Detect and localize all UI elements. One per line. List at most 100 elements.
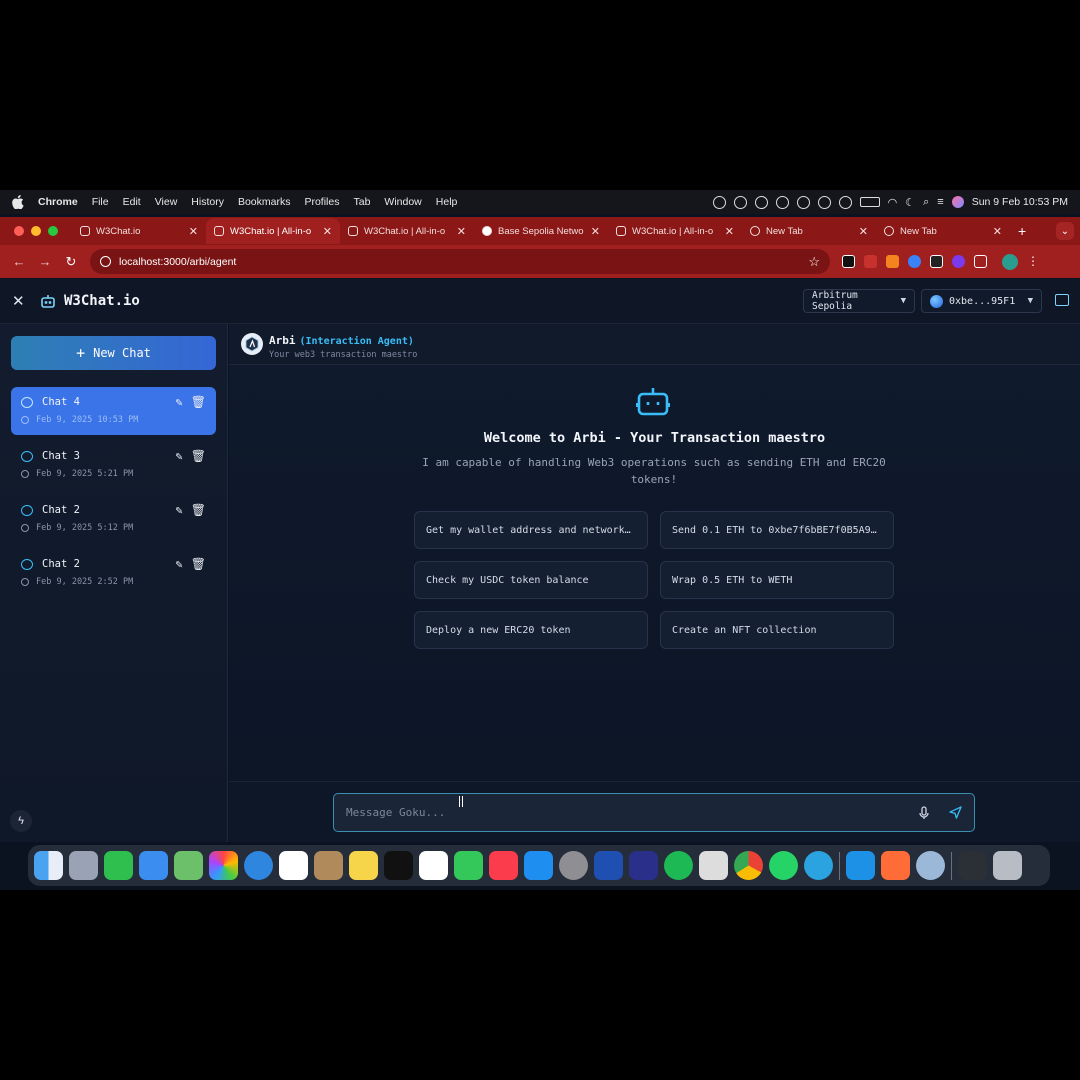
calendar-icon[interactable] [279, 851, 308, 880]
new-chat-button[interactable]: + New Chat [11, 336, 216, 370]
menu-app-name[interactable]: Chrome [38, 196, 78, 208]
menu-edit[interactable]: Edit [123, 196, 141, 208]
network-select[interactable]: Arbitrum Sepolia ▼ [803, 289, 915, 313]
cube-app-icon[interactable] [699, 851, 728, 880]
tab-search-chevron-icon[interactable]: ⌄ [1056, 222, 1074, 240]
back-arrow-icon[interactable]: ← [12, 254, 26, 269]
app-brand[interactable]: W3Chat.io [64, 293, 140, 309]
play-icon[interactable] [817, 195, 831, 209]
browser-tab[interactable]: W3Chat.io ✕ [72, 218, 206, 244]
telegram-icon[interactable] [804, 851, 833, 880]
suggestion-chip[interactable]: Check my USDC token balance [414, 561, 648, 599]
menu-file[interactable]: File [92, 196, 109, 208]
extension-x-icon[interactable] [842, 255, 855, 268]
whatsapp-icon[interactable] [769, 851, 798, 880]
chat-list-item[interactable]: Chat 2 ✎ 🗑 Feb 9, 2025 5:12 PM [11, 495, 216, 543]
message-composer[interactable] [333, 793, 975, 832]
menu-tab[interactable]: Tab [353, 196, 370, 208]
send-icon[interactable] [949, 806, 962, 819]
safari-icon[interactable] [244, 851, 273, 880]
chat-list-item[interactable]: Chat 3 ✎ 🗑 Feb 9, 2025 5:21 PM [11, 441, 216, 489]
maps-icon[interactable] [174, 851, 203, 880]
user-icon[interactable] [838, 195, 852, 209]
cloud-sync-icon[interactable] [754, 195, 768, 209]
finder-icon[interactable] [34, 851, 63, 880]
minimize-window-button[interactable] [31, 226, 41, 236]
tab-close-icon[interactable]: ✕ [323, 225, 332, 238]
address-bar[interactable]: localhost:3000/arbi/agent ☆ [90, 249, 830, 274]
postman-icon[interactable] [881, 851, 910, 880]
browser-tab[interactable]: New Tab ✕ [742, 218, 876, 244]
music-icon[interactable] [489, 851, 518, 880]
facetime-icon[interactable] [104, 851, 133, 880]
edit-pencil-icon[interactable]: ✎ [176, 557, 183, 571]
apple-tv-icon[interactable] [384, 851, 413, 880]
message-input[interactable] [346, 806, 919, 819]
chrome-icon[interactable] [734, 851, 763, 880]
chrome-menu-icon[interactable]: ⋮ [1027, 255, 1039, 268]
reload-icon[interactable]: ↻ [64, 254, 78, 270]
terminal-window-icon[interactable] [958, 851, 987, 880]
browser-tab[interactable]: W3Chat.io | All-in-o ✕ [608, 218, 742, 244]
compass-icon[interactable] [775, 195, 789, 209]
contacts-icon[interactable] [314, 851, 343, 880]
moon-icon[interactable]: ☾ [905, 196, 915, 209]
record-icon[interactable] [712, 195, 726, 209]
siri-icon[interactable] [951, 196, 964, 208]
extensions-puzzle-icon[interactable] [974, 255, 987, 268]
suggestion-chip[interactable]: Create an NFT collection [660, 611, 894, 649]
edit-pencil-icon[interactable]: ✎ [176, 395, 183, 409]
microphone-icon[interactable] [919, 805, 929, 820]
profile-avatar-icon[interactable] [1002, 253, 1018, 270]
close-window-button[interactable] [14, 226, 24, 236]
zoom-window-button[interactable] [48, 226, 58, 236]
edit-pencil-icon[interactable]: ✎ [176, 503, 183, 517]
suggestion-chip[interactable]: Send 0.1 ETH to 0xbe7f6bBE7f0B5A9… [660, 511, 894, 549]
browser-tab-active[interactable]: W3Chat.io | All-in-o ✕ [206, 218, 340, 244]
word-icon[interactable] [594, 851, 623, 880]
sw-app-icon[interactable] [629, 851, 658, 880]
launchpad-icon[interactable] [69, 851, 98, 880]
extension-blue-icon[interactable] [908, 255, 921, 268]
apple-icon[interactable] [12, 195, 28, 209]
pen-icon[interactable] [796, 195, 810, 209]
tab-close-icon[interactable]: ✕ [859, 225, 868, 238]
menu-history[interactable]: History [191, 196, 224, 208]
delete-trash-icon[interactable]: 🗑 [191, 557, 206, 571]
suggestion-chip[interactable]: Wrap 0.5 ETH to WETH [660, 561, 894, 599]
photos-icon[interactable] [209, 851, 238, 880]
delete-trash-icon[interactable]: 🗑 [191, 503, 206, 517]
browser-tab[interactable]: New Tab ✕ [876, 218, 1010, 244]
edit-pencil-icon[interactable]: ✎ [176, 449, 183, 463]
menu-window[interactable]: Window [384, 196, 421, 208]
reminders-icon[interactable] [419, 851, 448, 880]
tab-close-icon[interactable]: ✕ [189, 225, 198, 238]
chat-list-item-active[interactable]: Chat 4 ✎ 🗑 Feb 9, 2025 10:53 PM [11, 387, 216, 435]
lightning-bolt-icon[interactable]: ϟ [10, 810, 32, 832]
mail-icon[interactable] [139, 851, 168, 880]
bookmark-star-icon[interactable]: ☆ [808, 254, 820, 270]
metamask-fox-icon[interactable] [886, 255, 899, 268]
site-info-icon[interactable] [100, 256, 111, 267]
browser-tab[interactable]: Base Sepolia Netwo ✕ [474, 218, 608, 244]
extension-purple-icon[interactable] [952, 255, 965, 268]
delete-trash-icon[interactable]: 🗑 [191, 449, 206, 463]
tab-close-icon[interactable]: ✕ [725, 225, 734, 238]
system-settings-icon[interactable] [559, 851, 588, 880]
menu-profiles[interactable]: Profiles [304, 196, 339, 208]
menu-view[interactable]: View [155, 196, 178, 208]
wallet-select[interactable]: 0xbe...95F1 ▼ [921, 289, 1042, 313]
suggestion-chip[interactable]: Deploy a new ERC20 token [414, 611, 648, 649]
chat-list-item[interactable]: Chat 2 ✎ 🗑 Feb 9, 2025 2:52 PM [11, 549, 216, 597]
tab-close-icon[interactable]: ✕ [993, 225, 1002, 238]
trash-icon[interactable] [993, 851, 1022, 880]
extension-glasses-icon[interactable] [930, 255, 943, 268]
wallet-icon[interactable] [1055, 294, 1069, 306]
tab-close-icon[interactable]: ✕ [457, 225, 466, 238]
forward-arrow-icon[interactable]: → [38, 254, 52, 269]
menu-bookmarks[interactable]: Bookmarks [238, 196, 291, 208]
messages-icon[interactable] [454, 851, 483, 880]
battery-icon[interactable] [859, 197, 880, 207]
cloud-icon[interactable] [733, 195, 747, 209]
spotify-icon[interactable] [664, 851, 693, 880]
